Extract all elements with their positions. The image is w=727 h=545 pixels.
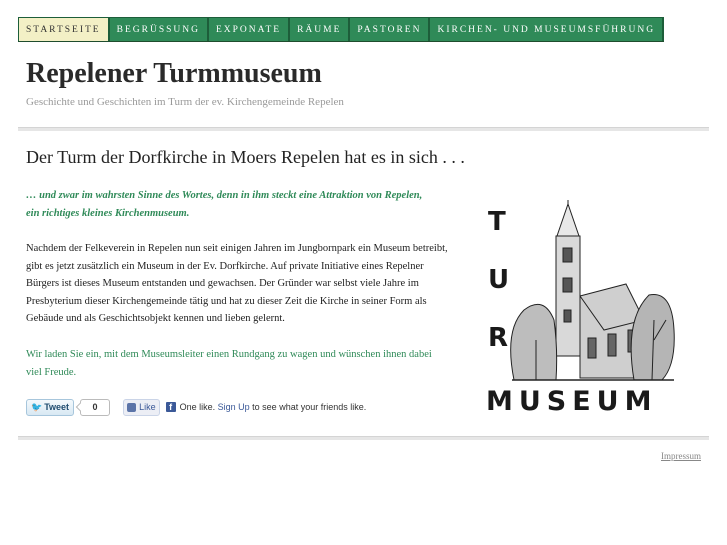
post-body: Nachdem der Felkeverein in Repelen nun s… xyxy=(26,243,448,324)
post-invite: Wir laden Sie ein, mit dem Museumsleiter… xyxy=(26,349,432,378)
logo-museum-word: MUSEUM xyxy=(486,386,657,414)
facebook-like-button[interactable]: Like xyxy=(123,398,160,416)
turmmuseum-logo: T U R MUSEUM xyxy=(484,200,680,417)
tweet-button[interactable]: 🐦 Tweet xyxy=(26,398,75,416)
nav-item-startseite[interactable]: STARTSEITE xyxy=(18,17,110,41)
twitter-bird-icon: 🐦 xyxy=(31,401,43,412)
footer-divider xyxy=(18,436,709,440)
thumbs-up-icon xyxy=(127,402,137,412)
fb-signup-link[interactable]: Sign Up xyxy=(218,402,250,412)
fb-count-text: One like. xyxy=(179,402,216,412)
site-subtitle: Geschichte und Geschichten im Turm der e… xyxy=(26,96,344,108)
site-title[interactable]: Repelener Turmmuseum xyxy=(26,58,322,90)
nav-item-exponate[interactable]: EXPONATE xyxy=(208,17,291,41)
logo-letter-u: U xyxy=(488,265,509,295)
main-nav: STARTSEITE BEGRÜSSUNG EXPONATE RÄUME PAS… xyxy=(18,17,665,42)
nav-item-begruessung[interactable]: BEGRÜSSUNG xyxy=(109,17,209,41)
like-label: Like xyxy=(139,402,156,412)
fb-friends-text: to see what your friends like. xyxy=(252,402,367,412)
post-title: Der Turm der Dorfkirche in Moers Repelen… xyxy=(26,147,465,167)
nav-item-fuehrung[interactable]: KIRCHEN- UND MUSEUMSFÜHRUNG xyxy=(430,17,665,41)
logo-letter-t: T xyxy=(488,207,506,237)
social-bar: 🐦 Tweet 0 Like f One like. Sign Up to se… xyxy=(26,398,366,416)
nav-item-pastoren[interactable]: PASTOREN xyxy=(350,17,431,41)
logo-letter-r: R xyxy=(488,323,508,353)
impressum-link[interactable]: Impressum xyxy=(661,451,701,461)
nav-item-raeume[interactable]: RÄUME xyxy=(290,17,351,41)
header-divider xyxy=(18,127,709,131)
post-intro: … und zwar im wahrsten Sinne des Wortes,… xyxy=(26,190,423,219)
facebook-like-text: One like. Sign Up to see what your frien… xyxy=(180,402,367,412)
facebook-icon: f xyxy=(165,402,176,412)
tweet-count: 0 xyxy=(80,398,111,416)
tweet-label: Tweet xyxy=(44,402,70,412)
